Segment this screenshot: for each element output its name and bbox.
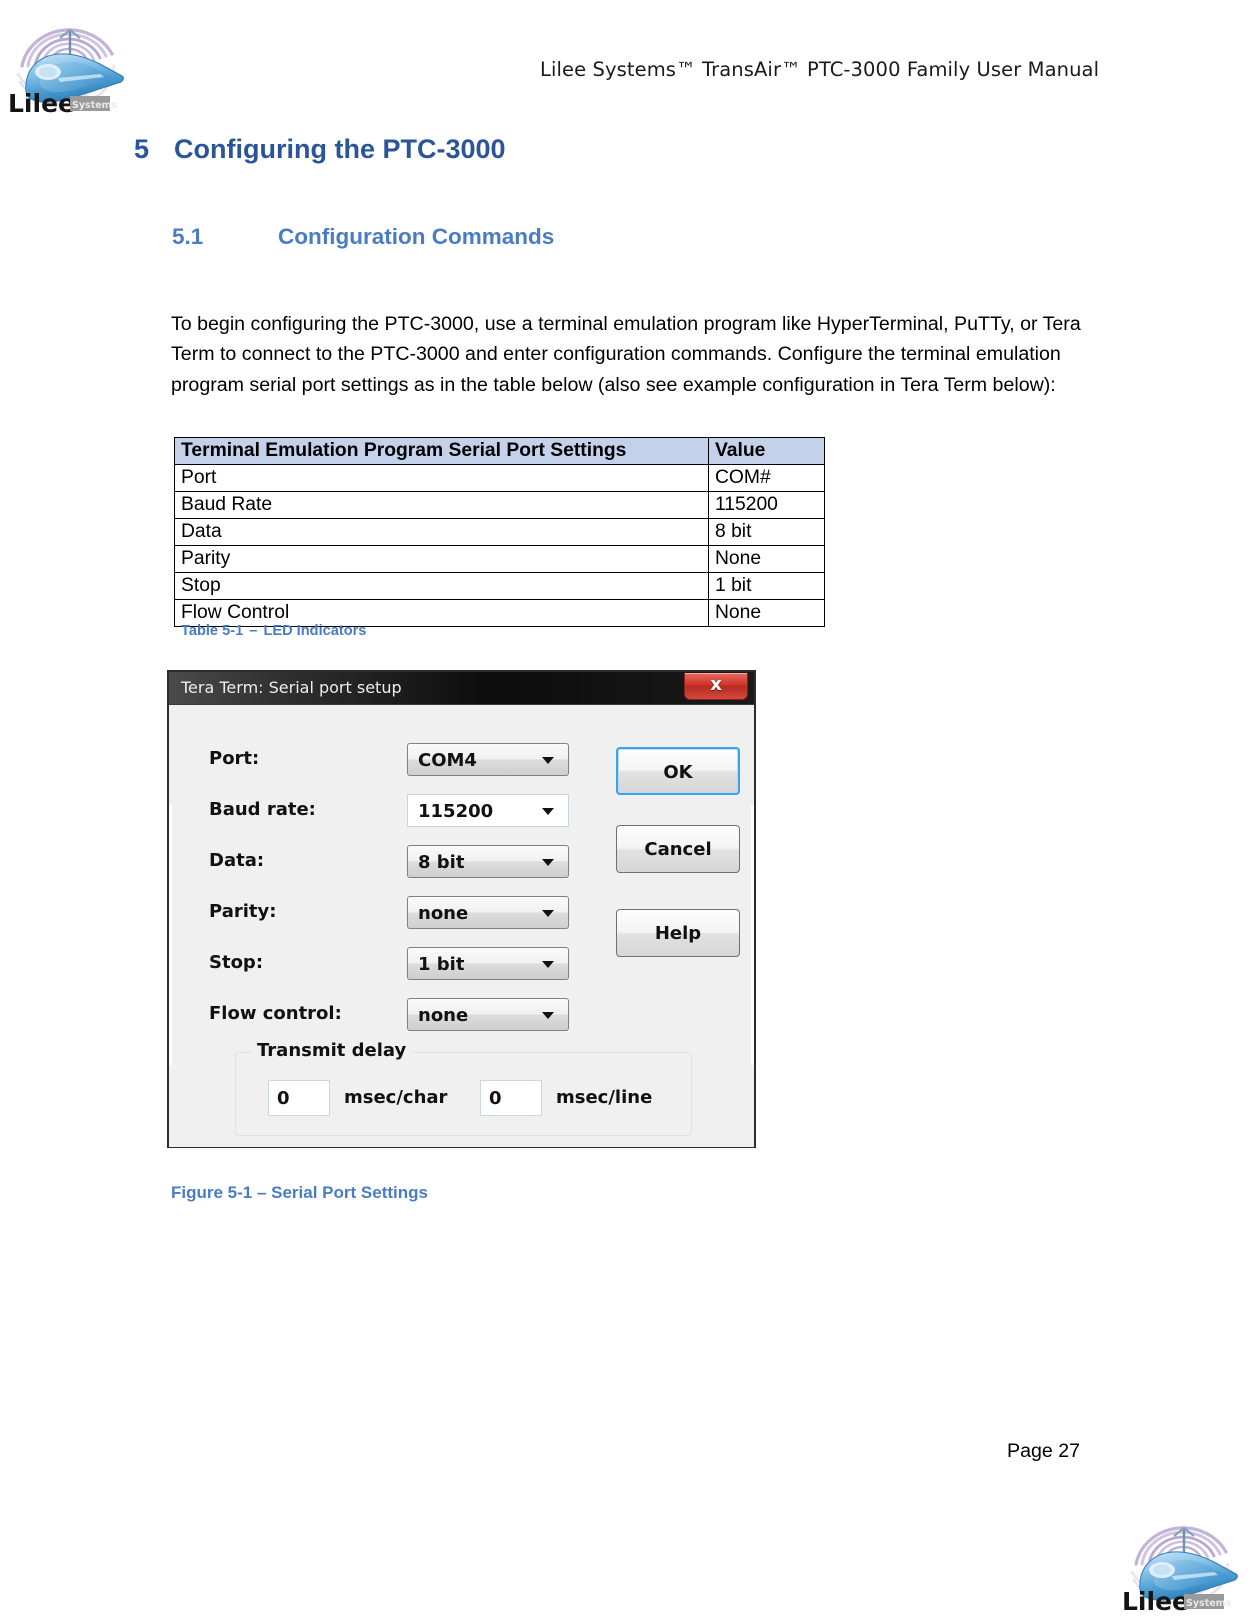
baud-rate-combo[interactable]: 115200 [407,794,569,827]
ok-button-label: OK [663,762,693,783]
cancel-button[interactable]: Cancel [616,825,740,873]
table-cell-value: 115200 [708,491,825,519]
subsection-title: Configuration Commands [278,224,555,249]
table-header-setting: Terminal Emulation Program Serial Port S… [174,437,709,465]
baud-rate-label: Baud rate: [209,799,316,820]
field-row-stop: Stop: 1 bit [209,947,609,981]
dialog-left-edge-artifact [169,805,172,1065]
field-row-baud-rate: Baud rate: 115200 [209,794,609,828]
section-number: 5 [134,134,150,164]
table-cell-value: None [708,545,825,573]
table-row: Stop 1 bit [174,572,825,600]
section-heading-5: 5 Configuring the PTC-3000 [134,134,1034,165]
subsection-heading-5-1: 5.1 Configuration Commands [172,224,1072,250]
table-cell-setting: Port [174,464,709,492]
msec-per-line-value: 0 [489,1088,502,1109]
parity-label: Parity: [209,901,277,922]
table-header-row: Terminal Emulation Program Serial Port S… [174,437,825,465]
footer-logo: Lilee Systems [1122,1502,1240,1614]
chevron-down-icon [542,961,554,968]
data-label: Data: [209,850,265,871]
field-row-parity: Parity: none [209,896,609,930]
table-cell-value: None [708,599,825,627]
stop-dropdown[interactable]: 1 bit [407,947,569,980]
close-x-icon: x [710,674,722,695]
table-row: Port COM# [174,464,825,492]
msec-per-line-label: msec/line [556,1087,653,1108]
cancel-button-label: Cancel [644,839,712,860]
table-cell-setting: Data [174,518,709,546]
svg-text:Systems: Systems [1186,1598,1232,1609]
table-row: Baud Rate 115200 [174,491,825,519]
dialog-right-edge-artifact [751,805,754,1065]
page-header: Lilee Systems Lilee Systems™ TransAir™ P… [0,0,1256,118]
msec-per-char-value: 0 [277,1088,290,1109]
chevron-down-icon [542,1012,554,1019]
table-row: Parity None [174,545,825,573]
table-caption-dash: – [249,623,258,639]
transmit-delay-group: Transmit delay 0 msec/char 0 msec/line [235,1040,692,1136]
table-caption: Table 5-1 – LED Indicators [181,623,366,639]
svg-text:Lilee: Lilee [1122,1587,1189,1614]
figure-caption: Figure 5-1 – Serial Port Settings [171,1183,428,1202]
help-button-label: Help [654,923,702,944]
dialog-titlebar[interactable]: Tera Term: Serial port setup x [169,672,754,705]
table-cell-value: 8 bit [708,518,825,546]
stop-value: 1 bit [418,954,465,975]
table-cell-setting: Parity [174,545,709,573]
flow-control-label: Flow control: [209,1003,342,1024]
parity-dropdown[interactable]: none [407,896,569,929]
field-row-port: Port: COM4 [209,743,609,777]
msec-per-char-label: msec/char [344,1087,448,1108]
svg-text:Systems: Systems [72,100,118,111]
svg-text:Lilee: Lilee [8,89,75,116]
table-cell-value: COM# [708,464,825,492]
lilee-train-logo-icon: Lilee Systems [1122,1502,1240,1614]
close-button[interactable]: x [684,673,748,700]
msec-per-line-input[interactable]: 0 [480,1080,542,1116]
subsection-number: 5.1 [172,224,204,249]
table-cell-setting: Stop [174,572,709,600]
table-row: Data 8 bit [174,518,825,546]
stop-label: Stop: [209,952,264,973]
intro-paragraph: To begin configuring the PTC-3000, use a… [171,312,1081,396]
tera-term-serial-port-setup-dialog: Tera Term: Serial port setup x Port: COM… [167,670,756,1148]
header-logo: Lilee Systems [8,4,126,116]
table-cell-value: 1 bit [708,572,825,600]
header-document-title: Lilee Systems™ TransAir™ PTC-3000 Family… [540,58,1100,81]
chevron-down-icon [542,757,554,764]
port-value: COM4 [418,750,477,771]
field-row-data: Data: 8 bit [209,845,609,879]
help-button[interactable]: Help [616,909,740,957]
table-caption-label: Table 5-1 [181,623,244,639]
page-number: Page 27 [1007,1440,1080,1462]
flow-control-value: none [418,1005,469,1026]
table-header-value: Value [708,437,825,465]
data-dropdown[interactable]: 8 bit [407,845,569,878]
flow-control-dropdown[interactable]: none [407,998,569,1031]
field-row-flow-control: Flow control: none [209,998,609,1032]
dialog-title: Tera Term: Serial port setup [181,678,402,697]
port-dropdown[interactable]: COM4 [407,743,569,776]
table-cell-setting: Baud Rate [174,491,709,519]
dialog-body: Port: COM4 Baud rate: 115200 Data: 8 bit [169,705,754,1147]
table-caption-text: LED Indicators [263,623,367,639]
chevron-down-icon [542,808,554,815]
chevron-down-icon [542,859,554,866]
lilee-train-logo-icon: Lilee Systems [8,4,126,116]
baud-rate-value: 115200 [418,801,494,822]
transmit-delay-title: Transmit delay [252,1040,412,1061]
data-value: 8 bit [418,852,465,873]
chevron-down-icon [542,910,554,917]
port-label: Port: [209,748,260,769]
ok-button[interactable]: OK [616,747,740,795]
msec-per-char-input[interactable]: 0 [268,1080,330,1116]
serial-port-settings-table: Terminal Emulation Program Serial Port S… [174,437,825,627]
parity-value: none [418,903,469,924]
section-title: Configuring the PTC-3000 [174,134,506,164]
